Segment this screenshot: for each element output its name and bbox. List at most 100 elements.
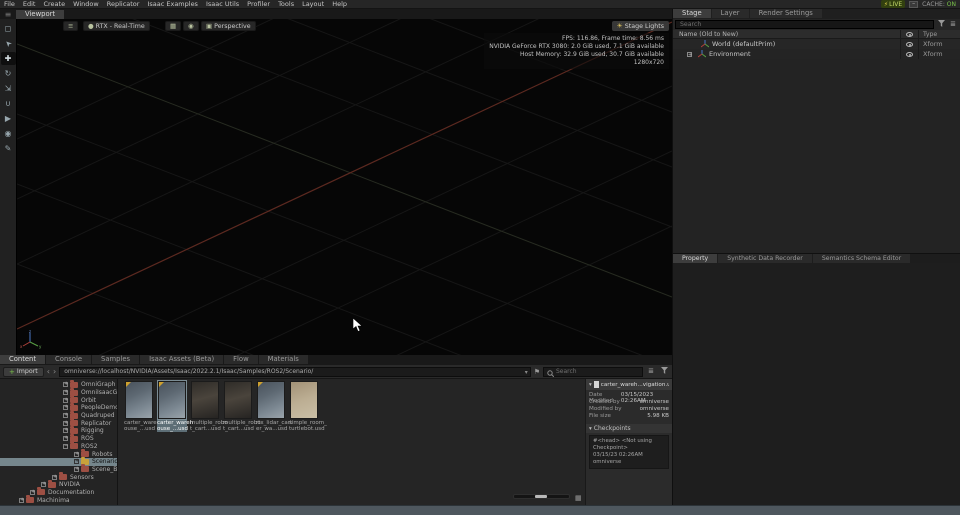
tab-property[interactable]: Property xyxy=(673,254,717,263)
paint-icon[interactable]: ✎ xyxy=(1,142,16,155)
path-dropdown-icon[interactable]: ▾ xyxy=(525,369,528,376)
play-icon[interactable]: ▶ xyxy=(1,112,16,125)
viewport-menu-button[interactable]: ≡ xyxy=(63,21,78,31)
stage-row-environment[interactable]: + Environment Xform xyxy=(673,49,960,59)
render-settings-button[interactable]: ◉ xyxy=(183,21,199,31)
capture-button[interactable]: ▦ xyxy=(165,21,181,31)
viewport-canvas[interactable]: ≡ ● RTX - Real-Time ▦ ◉ ▣ Perspective ☀ … xyxy=(17,19,672,355)
tree-item-scenario[interactable]: +Scenario xyxy=(0,458,117,466)
tab-synthetic-data-recorder[interactable]: Synthetic Data Recorder xyxy=(718,254,812,263)
file-item-multiple-robot-cart-usd[interactable]: multiple_robot_cart...usd xyxy=(190,381,220,432)
file-item-simple-room-turtlebot-usd[interactable]: simple_room_turtlebot.usd xyxy=(289,381,319,432)
collapse-caret-icon[interactable]: ▾ xyxy=(589,426,592,432)
tab-semantics-schema-editor[interactable]: Semantics Schema Editor xyxy=(813,254,910,263)
expand-toggle-icon[interactable]: + xyxy=(63,398,68,403)
tab-isaac-assets-beta[interactable]: Isaac Assets (Beta) xyxy=(140,355,223,364)
collapse-button[interactable]: – xyxy=(909,1,918,8)
visibility-toggle-icon[interactable] xyxy=(906,42,913,47)
tree-item-ros[interactable]: +ROS xyxy=(0,435,117,443)
stage-column-header[interactable]: Name (Old to New) Type xyxy=(673,30,960,39)
menu-file[interactable]: File xyxy=(0,0,19,8)
tree-item-sensors[interactable]: +Sensors xyxy=(0,473,117,481)
expand-toggle-icon[interactable]: + xyxy=(63,428,68,433)
details-header[interactable]: ▾ carter_wareh...vigation.usd xyxy=(586,379,672,390)
expand-toggle-icon[interactable]: + xyxy=(74,467,79,472)
menu-replicator[interactable]: Replicator xyxy=(103,0,144,8)
expand-toggle-icon[interactable]: + xyxy=(63,382,68,387)
path-input[interactable] xyxy=(60,368,530,376)
thumbnail-size-slider[interactable] xyxy=(513,494,570,499)
tree-item-ros2[interactable]: −ROS2 xyxy=(0,443,117,451)
camera-selector[interactable]: ▣ Perspective xyxy=(201,21,256,31)
checkpoint-entry[interactable]: #<head> <Not using Checkpoint> 03/15/23 … xyxy=(589,435,669,469)
live-badge[interactable]: ⚡ LIVE xyxy=(881,0,905,8)
content-filter-icon[interactable] xyxy=(659,367,669,377)
tab-content[interactable]: Content xyxy=(0,355,45,364)
file-item-carter-warehouse-usd[interactable]: carter_warehouse_...usd xyxy=(157,381,187,432)
tree-item-quadruped[interactable]: +Quadruped xyxy=(0,412,117,420)
stage-row-world[interactable]: World (defaultPrim) Xform xyxy=(673,39,960,49)
menu-edit[interactable]: Edit xyxy=(19,0,40,8)
snap-icon[interactable]: ∪ xyxy=(1,97,16,110)
scale-icon[interactable]: ⇲ xyxy=(1,82,16,95)
forward-button[interactable]: › xyxy=(53,367,56,377)
slider-handle[interactable] xyxy=(535,495,547,498)
renderer-selector[interactable]: ● RTX - Real-Time xyxy=(83,21,150,31)
tab-render-settings[interactable]: Render Settings xyxy=(750,9,822,18)
tree-item-peopledemo[interactable]: +PeopleDemo xyxy=(0,404,117,412)
file-item-multiple-robot-cart-usd[interactable]: multiple_robot_cart...usd xyxy=(223,381,253,432)
tree-item-nvidia[interactable]: +NVIDIA xyxy=(0,481,117,489)
expand-toggle-icon[interactable]: + xyxy=(52,475,57,480)
options-icon[interactable]: ≣ xyxy=(948,20,958,29)
collapse-caret-icon[interactable]: ▾ xyxy=(589,382,592,388)
expand-toggle-icon[interactable]: + xyxy=(30,490,35,495)
dock-menu-icon[interactable]: ≡ xyxy=(0,10,16,19)
expand-toggle-icon[interactable]: + xyxy=(687,52,692,57)
stage-search-input[interactable] xyxy=(676,21,933,28)
tree-item-documentation[interactable]: +Documentation xyxy=(0,489,117,497)
content-search-input[interactable] xyxy=(544,368,642,376)
menu-window[interactable]: Window xyxy=(69,0,103,8)
expand-toggle-icon[interactable]: + xyxy=(41,482,46,487)
select-cursor-icon[interactable]: ➤ xyxy=(1,37,16,50)
property-panel-body[interactable] xyxy=(673,263,960,505)
filter-icon[interactable] xyxy=(936,20,946,30)
expand-toggle-icon[interactable]: + xyxy=(63,390,68,395)
tree-item-machinima[interactable]: +Machinima xyxy=(0,496,117,504)
selection-rect-icon[interactable]: ◻ xyxy=(1,22,16,35)
tree-item-orbit[interactable]: +Orbit xyxy=(0,396,117,404)
rotate-icon[interactable]: ↻ xyxy=(1,67,16,80)
menu-isaac-utils[interactable]: Isaac Utils xyxy=(202,0,243,8)
bookmark-icon[interactable]: ⚑ xyxy=(534,368,540,376)
tab-materials[interactable]: Materials xyxy=(259,355,308,364)
physics-icon[interactable]: ◉ xyxy=(1,127,16,140)
import-button[interactable]: + Import xyxy=(3,367,44,377)
file-item-carter-warehouse-usd[interactable]: carter_warehouse_...usd xyxy=(124,381,154,432)
tree-item-replicator[interactable]: +Replicator xyxy=(0,419,117,427)
move-icon[interactable]: ✚ xyxy=(1,52,16,65)
tab-layer[interactable]: Layer xyxy=(712,9,749,18)
tree-item-robots[interactable]: +Robots xyxy=(0,450,117,458)
expand-toggle-icon[interactable]: + xyxy=(19,498,24,503)
menu-profiler[interactable]: Profiler xyxy=(243,0,274,8)
tree-item-rigging[interactable]: +Rigging xyxy=(0,427,117,435)
stage-lights-button[interactable]: ☀ Stage Lights xyxy=(612,21,669,31)
grid-view-icon[interactable]: ▦ xyxy=(575,494,582,502)
tab-stage[interactable]: Stage xyxy=(673,9,711,18)
expand-toggle-icon[interactable]: + xyxy=(74,459,79,464)
expand-toggle-icon[interactable]: + xyxy=(74,452,79,457)
checkpoints-header[interactable]: ▾ Checkpoints xyxy=(586,424,672,433)
visibility-toggle-icon[interactable] xyxy=(906,52,913,57)
expand-toggle-icon[interactable]: − xyxy=(63,444,68,449)
file-item-rtx-lidar-carter-wa-usd[interactable]: rtx_lidar_carter_wa...usd xyxy=(256,381,286,432)
tree-item-omniisaacgym[interactable]: +OmniIsaacGym xyxy=(0,389,117,397)
tab-console[interactable]: Console xyxy=(46,355,91,364)
tree-item-omnigraph[interactable]: +OmniGraph xyxy=(0,381,117,389)
expand-toggle-icon[interactable]: + xyxy=(63,421,68,426)
menu-layout[interactable]: Layout xyxy=(298,0,328,8)
menu-help[interactable]: Help xyxy=(328,0,351,8)
tab-flow[interactable]: Flow xyxy=(224,355,258,364)
expand-toggle-icon[interactable]: + xyxy=(63,436,68,441)
expand-toggle-icon[interactable]: + xyxy=(63,413,68,418)
menu-isaac-examples[interactable]: Isaac Examples xyxy=(143,0,202,8)
